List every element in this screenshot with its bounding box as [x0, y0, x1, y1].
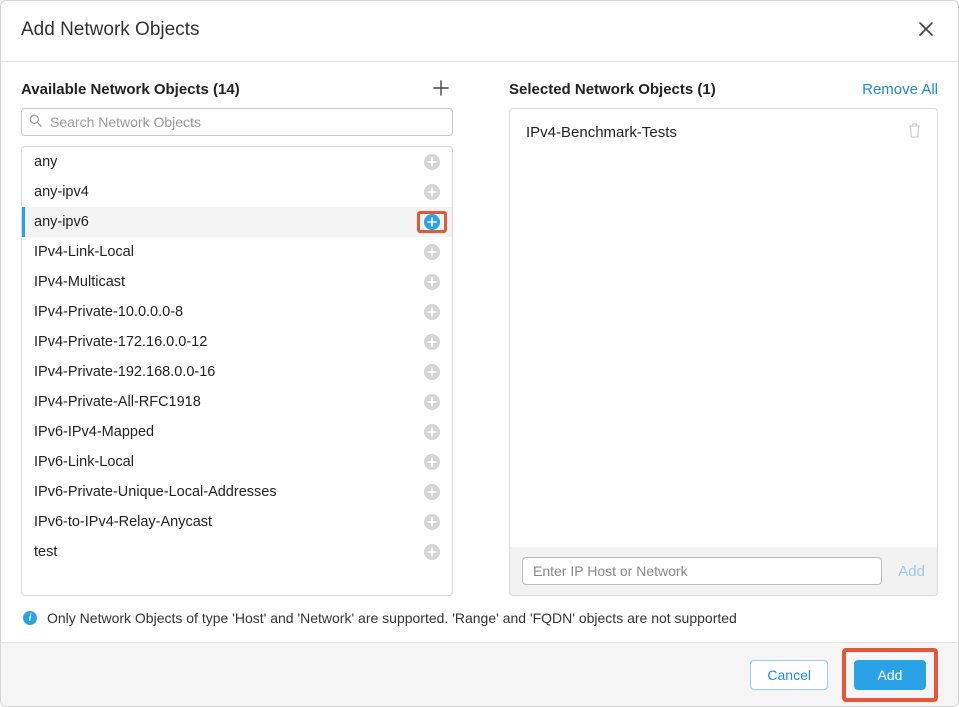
add-item-icon[interactable]: [424, 544, 440, 560]
available-item[interactable]: any-ipv4: [22, 177, 452, 207]
cancel-button[interactable]: Cancel: [750, 660, 828, 690]
selected-column: Selected Network Objects (1) Remove All …: [509, 76, 938, 596]
add-network-objects-modal: Add Network Objects Available Network Ob…: [0, 0, 959, 707]
remove-all-link[interactable]: Remove All: [862, 81, 938, 98]
available-item-label: IPv6-IPv4-Mapped: [34, 424, 154, 440]
add-item-icon[interactable]: [424, 184, 440, 200]
available-item-label: test: [34, 544, 57, 560]
create-object-button[interactable]: [429, 78, 453, 100]
inline-add-button[interactable]: Add: [898, 563, 925, 580]
add-button[interactable]: Add: [854, 660, 926, 690]
add-item-icon[interactable]: [424, 154, 440, 170]
available-item[interactable]: test: [22, 537, 452, 567]
available-item-label: any: [34, 154, 57, 170]
available-item[interactable]: IPv4-Private-10.0.0.0-8: [22, 297, 452, 327]
available-item-label: IPv4-Private-192.168.0.0-16: [34, 364, 215, 380]
available-item-label: IPv6-to-IPv4-Relay-Anycast: [34, 514, 212, 530]
search-wrap: [21, 108, 453, 136]
available-item[interactable]: IPv6-to-IPv4-Relay-Anycast: [22, 507, 452, 537]
available-item[interactable]: IPv4-Private-172.16.0.0-12: [22, 327, 452, 357]
selected-footer: Add: [510, 547, 937, 595]
selected-list: IPv4-Benchmark-Tests: [510, 109, 937, 547]
modal-title: Add Network Objects: [21, 19, 199, 41]
add-item-icon[interactable]: [424, 334, 440, 350]
add-button-highlight: Add: [842, 648, 938, 702]
selected-item-label: IPv4-Benchmark-Tests: [526, 124, 677, 141]
columns: Available Network Objects (14) any any-ip…: [21, 76, 938, 596]
selected-header: Selected Network Objects (1) Remove All: [509, 76, 938, 102]
available-item-label: IPv6-Link-Local: [34, 454, 134, 470]
add-item-icon[interactable]: [424, 214, 440, 230]
available-item-label: any-ipv6: [34, 214, 89, 230]
available-item-label: any-ipv4: [34, 184, 89, 200]
modal-footer: Cancel Add: [1, 642, 958, 706]
search-input[interactable]: [21, 108, 453, 136]
available-title: Available Network Objects (14): [21, 81, 240, 98]
add-item-icon[interactable]: [424, 484, 440, 500]
available-list: any any-ipv4 any-ipv6 IPv4-Link-Local IPv4-M…: [22, 147, 452, 567]
available-item[interactable]: IPv6-IPv4-Mapped: [22, 417, 452, 447]
selected-list-box: IPv4-Benchmark-Tests Add: [509, 108, 938, 596]
close-icon[interactable]: [914, 17, 938, 43]
available-item[interactable]: IPv6-Link-Local: [22, 447, 452, 477]
available-item-label: IPv4-Multicast: [34, 274, 125, 290]
add-item-icon[interactable]: [424, 514, 440, 530]
available-item-label: IPv4-Link-Local: [34, 244, 134, 260]
available-item-label: IPv4-Private-All-RFC1918: [34, 394, 201, 410]
add-item-icon[interactable]: [424, 244, 440, 260]
available-item[interactable]: any: [22, 147, 452, 177]
info-row: i Only Network Objects of type 'Host' an…: [21, 596, 938, 636]
available-item-label: IPv4-Private-10.0.0.0-8: [34, 304, 183, 320]
add-item-icon[interactable]: [424, 364, 440, 380]
info-icon: i: [23, 611, 37, 625]
selected-title: Selected Network Objects (1): [509, 81, 716, 98]
add-item-icon[interactable]: [424, 274, 440, 290]
available-item[interactable]: IPv6-Private-Unique-Local-Addresses: [22, 477, 452, 507]
available-item[interactable]: IPv4-Link-Local: [22, 237, 452, 267]
available-list-box: any any-ipv4 any-ipv6 IPv4-Link-Local IPv4-M…: [21, 146, 453, 596]
info-text: Only Network Objects of type 'Host' and …: [47, 610, 737, 626]
available-header: Available Network Objects (14): [21, 76, 453, 102]
add-item-icon[interactable]: [424, 424, 440, 440]
ip-host-input[interactable]: [522, 557, 882, 585]
add-item-icon[interactable]: [424, 394, 440, 410]
available-item-label: IPv4-Private-172.16.0.0-12: [34, 334, 207, 350]
trash-icon[interactable]: [908, 123, 921, 142]
available-item[interactable]: any-ipv6: [22, 207, 452, 237]
available-item[interactable]: IPv4-Private-All-RFC1918: [22, 387, 452, 417]
selected-item: IPv4-Benchmark-Tests: [510, 117, 937, 148]
available-item-label: IPv6-Private-Unique-Local-Addresses: [34, 484, 277, 500]
available-item[interactable]: IPv4-Private-192.168.0.0-16: [22, 357, 452, 387]
add-item-icon[interactable]: [424, 304, 440, 320]
available-item[interactable]: IPv4-Multicast: [22, 267, 452, 297]
modal-body: Available Network Objects (14) any any-ip…: [1, 62, 958, 642]
modal-header: Add Network Objects: [1, 1, 958, 62]
add-item-icon[interactable]: [424, 454, 440, 470]
available-column: Available Network Objects (14) any any-ip…: [21, 76, 453, 596]
